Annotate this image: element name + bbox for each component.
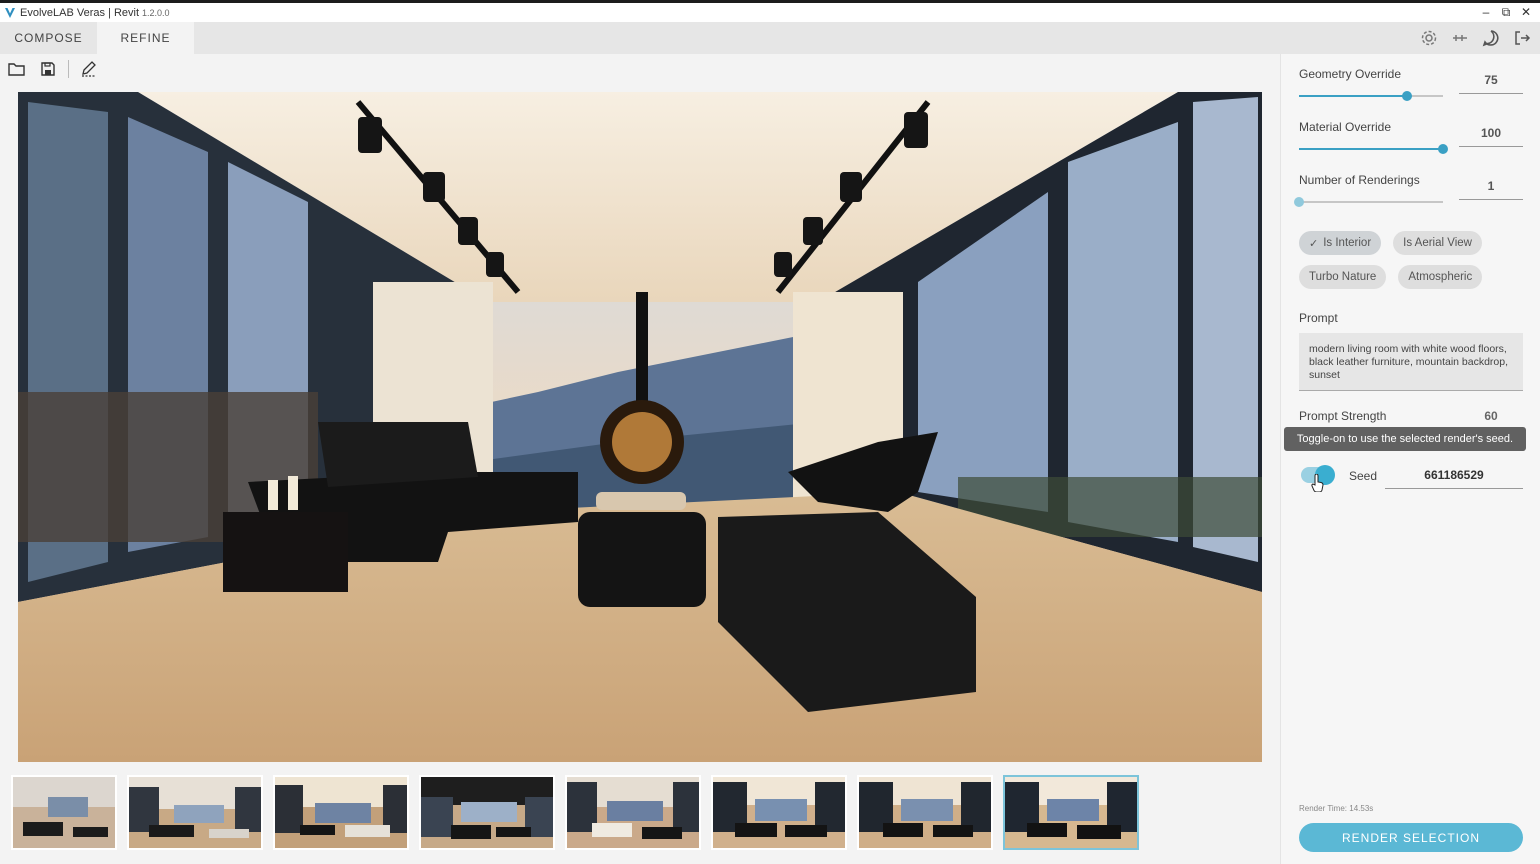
- slider-handle[interactable]: [1294, 197, 1304, 207]
- thumbnail[interactable]: [565, 775, 701, 850]
- file-toolbar: [6, 58, 109, 80]
- chip-label: Atmospheric: [1408, 271, 1473, 283]
- chip-is-aerial-view[interactable]: Is Aerial View: [1393, 231, 1482, 255]
- sliders-icon[interactable]: [1450, 28, 1470, 48]
- material-override-value[interactable]: 100: [1459, 120, 1523, 147]
- thumbnail-strip: [11, 775, 1139, 850]
- thumbnail[interactable]: [11, 775, 117, 850]
- render-time: Render Time: 14.53s: [1299, 804, 1374, 813]
- window-title: EvolveLAB Veras | Revit: [20, 6, 140, 19]
- geometry-override-control: Geometry Override 75: [1299, 67, 1527, 103]
- chip-label: Is Aerial View: [1403, 237, 1472, 249]
- title-bar: EvolveLAB Veras | Revit 1.2.0.0 – ⧉ ✕: [0, 0, 1540, 22]
- chip-label: Turbo Nature: [1309, 271, 1377, 283]
- settings-panel: Geometry Override 75 Material Override 1…: [1280, 54, 1540, 864]
- material-override-slider[interactable]: [1299, 144, 1448, 154]
- chip-turbo-nature[interactable]: Turbo Nature: [1299, 265, 1387, 289]
- thumbnail[interactable]: [711, 775, 847, 850]
- chip-label: Is Interior: [1323, 237, 1372, 249]
- geometry-override-slider[interactable]: [1299, 91, 1443, 101]
- close-icon[interactable]: ✕: [1518, 4, 1534, 20]
- save-icon[interactable]: [37, 58, 59, 80]
- prompt-strength-label: Prompt Strength: [1299, 409, 1387, 423]
- number-of-renderings-value[interactable]: 1: [1459, 173, 1523, 200]
- tab-refine[interactable]: REFINE: [97, 22, 194, 54]
- option-chips: ✓ Is Interior Is Aerial View Turbo Natur…: [1299, 231, 1539, 289]
- prompt-textarea[interactable]: modern living room with white wood floor…: [1299, 333, 1523, 391]
- chip-atmospheric[interactable]: Atmospheric: [1398, 265, 1483, 289]
- chat-icon[interactable]: [1481, 28, 1501, 48]
- thumbnail[interactable]: [419, 775, 555, 850]
- main-render-image[interactable]: [18, 92, 1262, 762]
- thumbnail[interactable]: [127, 775, 263, 850]
- tab-compose[interactable]: COMPOSE: [0, 22, 97, 54]
- thumbnail[interactable]: [273, 775, 409, 850]
- seed-label: Seed: [1349, 469, 1378, 483]
- number-of-renderings-slider[interactable]: [1294, 197, 1443, 207]
- tab-bar: COMPOSE REFINE: [0, 22, 1540, 54]
- folder-open-icon[interactable]: [6, 58, 28, 80]
- check-icon: ✓: [1309, 237, 1319, 250]
- thumbnail[interactable]: [857, 775, 993, 850]
- seed-tooltip: Toggle-on to use the selected render's s…: [1284, 427, 1526, 451]
- prompt-label: Prompt: [1299, 311, 1338, 325]
- gear-icon[interactable]: [1419, 28, 1439, 48]
- material-override-control: Material Override 100: [1299, 120, 1527, 156]
- slider-handle[interactable]: [1402, 91, 1412, 101]
- prompt-strength-value[interactable]: 60: [1459, 409, 1523, 423]
- geometry-override-value[interactable]: 75: [1459, 67, 1523, 94]
- veras-logo-icon: [5, 7, 15, 18]
- seed-input[interactable]: 661186529: [1385, 462, 1523, 489]
- thumbnail-selected[interactable]: [1003, 775, 1139, 850]
- number-of-renderings-control: Number of Renderings 1: [1294, 173, 1527, 209]
- minimize-icon[interactable]: –: [1478, 4, 1494, 20]
- chip-is-interior[interactable]: ✓ Is Interior: [1299, 231, 1382, 255]
- edit-icon[interactable]: [78, 58, 100, 80]
- seed-row: Seed 661186529: [1299, 462, 1527, 492]
- render-selection-button[interactable]: RENDER SELECTION: [1299, 823, 1523, 852]
- hand-cursor-icon: [1311, 474, 1324, 492]
- window-version: 1.2.0.0: [142, 7, 170, 18]
- slider-handle[interactable]: [1438, 144, 1448, 154]
- toolbar-divider: [68, 60, 69, 78]
- logout-icon[interactable]: [1512, 28, 1532, 48]
- restore-icon[interactable]: ⧉: [1498, 4, 1514, 20]
